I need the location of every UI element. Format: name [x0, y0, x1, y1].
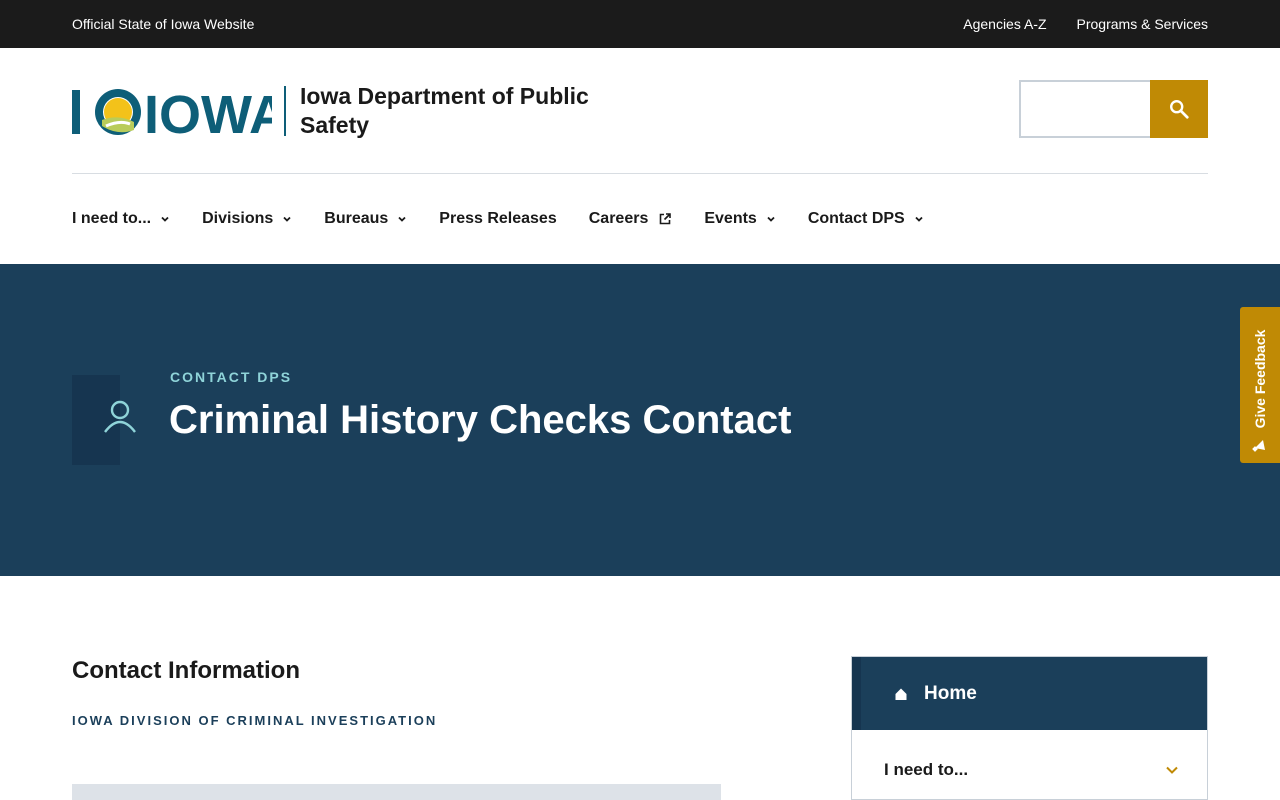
nav-i-need-to[interactable]: I need to...: [72, 210, 170, 228]
search-button[interactable]: [1150, 80, 1208, 138]
nav-contact-dps[interactable]: Contact DPS: [808, 210, 924, 228]
chevron-down-icon: [282, 214, 292, 224]
nav-careers[interactable]: Careers: [589, 210, 673, 228]
nav-label: Careers: [588, 210, 649, 227]
main-nav: I need to... Divisions Bureaus Press Rel…: [0, 174, 1280, 264]
chevron-down-icon: [160, 214, 170, 224]
nav-label: Events: [704, 210, 757, 227]
sidenav-home[interactable]: Home: [852, 657, 1207, 730]
page-title: Criminal History Checks Contact: [169, 398, 792, 442]
sidenav-item-label: I need to...: [884, 760, 969, 779]
sidenav-home-label: Home: [924, 682, 977, 704]
top-bar-links: Agencies A-Z Programs & Services: [963, 16, 1208, 32]
agencies-a-z-link[interactable]: Agencies A-Z: [963, 16, 1046, 32]
nav-press-releases[interactable]: Press Releases: [439, 210, 556, 228]
chevron-down-icon: [397, 214, 407, 224]
side-navigation: Home I need to...: [851, 656, 1208, 800]
search-input[interactable]: [1019, 80, 1150, 138]
breadcrumb-eyebrow[interactable]: CONTACT DPS: [170, 369, 292, 385]
give-feedback-label: Give Feedback: [1252, 329, 1268, 429]
home-icon: [894, 687, 908, 701]
chevron-down-icon: [914, 214, 924, 224]
iowa-logo[interactable]: IOWA: [72, 86, 272, 138]
chevron-down-icon: [766, 214, 776, 224]
search-icon: [1170, 100, 1189, 119]
division-subheading: IOWA DIVISION OF CRIMINAL INVESTIGATION: [72, 713, 438, 728]
external-link-icon: [658, 212, 672, 226]
nav-bureaus[interactable]: Bureaus: [324, 210, 407, 228]
search-form: [1019, 80, 1208, 138]
site-header: IOWA Iowa Department of Public Safety: [0, 48, 1280, 174]
brand[interactable]: IOWA Iowa Department of Public Safety: [72, 82, 630, 140]
person-icon: [104, 400, 136, 433]
nav-label: Divisions: [202, 210, 274, 227]
contact-information-heading: Contact Information: [72, 657, 300, 684]
nav-label: Press Releases: [439, 210, 557, 227]
nav-divisions[interactable]: Divisions: [202, 210, 292, 228]
hero-banner: CONTACT DPS Criminal History Checks Cont…: [0, 264, 1280, 576]
top-bar: Official State of Iowa Website Agencies …: [0, 0, 1280, 48]
give-feedback-button[interactable]: Give Feedback: [1240, 307, 1280, 463]
chevron-down-icon: [1166, 766, 1178, 774]
logo-text: IOWA: [144, 86, 272, 138]
nav-label: I need to...: [72, 210, 152, 227]
brand-divider: [284, 86, 286, 136]
nav-label: Bureaus: [324, 210, 389, 227]
map-embed[interactable]: [72, 784, 721, 800]
site-name[interactable]: Iowa Department of Public Safety: [300, 82, 630, 140]
sidenav-item-i-need-to[interactable]: I need to...: [852, 730, 1207, 799]
official-site-label: Official State of Iowa Website: [72, 16, 255, 32]
nav-events[interactable]: Events: [704, 210, 775, 228]
header-divider: [72, 173, 1208, 174]
megaphone-icon: [1252, 440, 1265, 452]
nav-label: Contact DPS: [807, 210, 905, 227]
programs-services-link[interactable]: Programs & Services: [1077, 16, 1208, 32]
